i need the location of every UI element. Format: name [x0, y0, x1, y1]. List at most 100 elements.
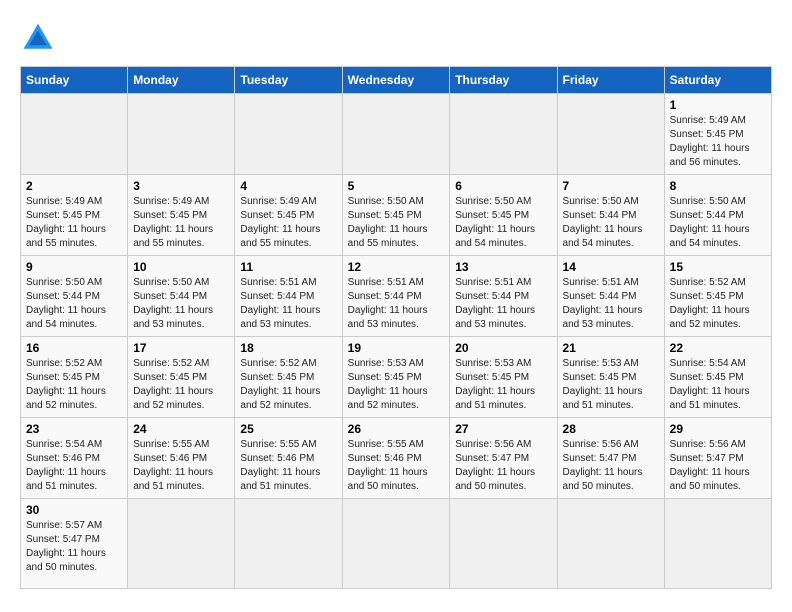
calendar-cell [21, 94, 128, 175]
day-number: 4 [240, 179, 336, 193]
day-number: 22 [670, 341, 766, 355]
day-number: 15 [670, 260, 766, 274]
day-number: 1 [670, 98, 766, 112]
weekday-header-thursday: Thursday [450, 67, 557, 94]
calendar-cell [450, 499, 557, 589]
calendar-cell: 3 Sunrise: 5:49 AM Sunset: 5:45 PM Daylig… [128, 175, 235, 256]
day-number: 2 [26, 179, 122, 193]
calendar-cell [450, 94, 557, 175]
calendar-cell: 24Sunrise: 5:55 AM Sunset: 5:46 PM Dayli… [128, 418, 235, 499]
day-info: Sunrise: 5:52 AM Sunset: 5:45 PM Dayligh… [133, 357, 229, 413]
day-info: Sunrise: 5:49 AM Sunset: 5:45 PM Dayligh… [240, 195, 336, 251]
page-header [20, 20, 772, 56]
calendar-cell [342, 499, 450, 589]
day-number: 17 [133, 341, 229, 355]
day-info: Sunrise: 5:53 AM Sunset: 5:45 PM Dayligh… [348, 357, 445, 413]
calendar-cell: 17 Sunrise: 5:52 AM Sunset: 5:45 PM Dayli… [128, 337, 235, 418]
calendar-cell: 8Sunrise: 5:50 AM Sunset: 5:44 PM Daylig… [664, 175, 771, 256]
day-info: Sunrise: 5:56 AM Sunset: 5:47 PM Dayligh… [563, 438, 659, 494]
weekday-header-tuesday: Tuesday [235, 67, 342, 94]
calendar-cell [235, 499, 342, 589]
calendar-cell: 25Sunrise: 5:55 AM Sunset: 5:46 PM Dayli… [235, 418, 342, 499]
calendar-cell: 5 Sunrise: 5:50 AM Sunset: 5:45 PM Daylig… [342, 175, 450, 256]
calendar-cell: 14 Sunrise: 5:51 AM Sunset: 5:44 PM Dayli… [557, 256, 664, 337]
day-number: 27 [455, 422, 551, 436]
day-info: Sunrise: 5:51 AM Sunset: 5:44 PM Dayligh… [455, 276, 551, 332]
day-info: Sunrise: 5:53 AM Sunset: 5:45 PM Dayligh… [563, 357, 659, 413]
calendar-cell: 23 Sunrise: 5:54 AM Sunset: 5:46 PM Dayli… [21, 418, 128, 499]
day-info: Sunrise: 5:52 AM Sunset: 5:45 PM Dayligh… [670, 276, 766, 332]
day-info: Sunrise: 5:50 AM Sunset: 5:45 PM Dayligh… [348, 195, 445, 251]
day-number: 20 [455, 341, 551, 355]
day-number: 11 [240, 260, 336, 274]
calendar-cell [557, 499, 664, 589]
day-info: Sunrise: 5:56 AM Sunset: 5:47 PM Dayligh… [670, 438, 766, 494]
calendar-cell: 19 Sunrise: 5:53 AM Sunset: 5:45 PM Dayli… [342, 337, 450, 418]
day-info: Sunrise: 5:49 AM Sunset: 5:45 PM Dayligh… [133, 195, 229, 251]
day-info: Sunrise: 5:56 AM Sunset: 5:47 PM Dayligh… [455, 438, 551, 494]
weekday-header-saturday: Saturday [664, 67, 771, 94]
calendar-cell [128, 499, 235, 589]
day-info: Sunrise: 5:53 AM Sunset: 5:45 PM Dayligh… [455, 357, 551, 413]
calendar-week-row: 9Sunrise: 5:50 AM Sunset: 5:44 PM Daylig… [21, 256, 772, 337]
weekday-header-wednesday: Wednesday [342, 67, 450, 94]
calendar-cell: 6 Sunrise: 5:50 AM Sunset: 5:45 PM Daylig… [450, 175, 557, 256]
day-info: Sunrise: 5:51 AM Sunset: 5:44 PM Dayligh… [348, 276, 445, 332]
calendar-week-row: 23 Sunrise: 5:54 AM Sunset: 5:46 PM Dayli… [21, 418, 772, 499]
day-info: Sunrise: 5:52 AM Sunset: 5:45 PM Dayligh… [240, 357, 336, 413]
day-info: Sunrise: 5:49 AM Sunset: 5:45 PM Dayligh… [26, 195, 122, 251]
calendar-cell: 28 Sunrise: 5:56 AM Sunset: 5:47 PM Dayli… [557, 418, 664, 499]
day-number: 5 [348, 179, 445, 193]
day-info: Sunrise: 5:50 AM Sunset: 5:44 PM Dayligh… [563, 195, 659, 251]
day-number: 26 [348, 422, 445, 436]
calendar-cell: 29Sunrise: 5:56 AM Sunset: 5:47 PM Dayli… [664, 418, 771, 499]
calendar-cell: 15 Sunrise: 5:52 AM Sunset: 5:45 PM Dayli… [664, 256, 771, 337]
calendar-week-row: 2 Sunrise: 5:49 AM Sunset: 5:45 PM Daylig… [21, 175, 772, 256]
day-info: Sunrise: 5:50 AM Sunset: 5:44 PM Dayligh… [26, 276, 122, 332]
calendar-cell [128, 94, 235, 175]
day-number: 30 [26, 503, 122, 517]
calendar-week-row: 1 Sunrise: 5:49 AM Sunset: 5:45 PM Daylig… [21, 94, 772, 175]
day-number: 21 [563, 341, 659, 355]
day-number: 24 [133, 422, 229, 436]
day-info: Sunrise: 5:50 AM Sunset: 5:44 PM Dayligh… [670, 195, 766, 251]
day-number: 19 [348, 341, 445, 355]
day-info: Sunrise: 5:55 AM Sunset: 5:46 PM Dayligh… [240, 438, 336, 494]
day-number: 18 [240, 341, 336, 355]
calendar-cell: 4 Sunrise: 5:49 AM Sunset: 5:45 PM Daylig… [235, 175, 342, 256]
day-number: 6 [455, 179, 551, 193]
day-number: 3 [133, 179, 229, 193]
calendar-cell: 9Sunrise: 5:50 AM Sunset: 5:44 PM Daylig… [21, 256, 128, 337]
weekday-header-row: SundayMondayTuesdayWednesdayThursdayFrid… [21, 67, 772, 94]
calendar-cell [664, 499, 771, 589]
calendar-cell: 18 Sunrise: 5:52 AM Sunset: 5:45 PM Dayli… [235, 337, 342, 418]
calendar-cell: 27 Sunrise: 5:56 AM Sunset: 5:47 PM Dayli… [450, 418, 557, 499]
calendar-cell: 11Sunrise: 5:51 AM Sunset: 5:44 PM Dayli… [235, 256, 342, 337]
calendar-cell: 1 Sunrise: 5:49 AM Sunset: 5:45 PM Daylig… [664, 94, 771, 175]
day-number: 14 [563, 260, 659, 274]
calendar-week-row: 16Sunrise: 5:52 AM Sunset: 5:45 PM Dayli… [21, 337, 772, 418]
day-info: Sunrise: 5:52 AM Sunset: 5:45 PM Dayligh… [26, 357, 122, 413]
calendar-cell: 30Sunrise: 5:57 AM Sunset: 5:47 PM Dayli… [21, 499, 128, 589]
calendar-cell: 2 Sunrise: 5:49 AM Sunset: 5:45 PM Daylig… [21, 175, 128, 256]
day-info: Sunrise: 5:51 AM Sunset: 5:44 PM Dayligh… [563, 276, 659, 332]
day-number: 10 [133, 260, 229, 274]
calendar-week-row: 30Sunrise: 5:57 AM Sunset: 5:47 PM Dayli… [21, 499, 772, 589]
weekday-header-monday: Monday [128, 67, 235, 94]
calendar-table: SundayMondayTuesdayWednesdayThursdayFrid… [20, 66, 772, 589]
calendar-cell: 21 Sunrise: 5:53 AM Sunset: 5:45 PM Dayli… [557, 337, 664, 418]
day-number: 28 [563, 422, 659, 436]
day-info: Sunrise: 5:49 AM Sunset: 5:45 PM Dayligh… [670, 114, 766, 170]
day-number: 23 [26, 422, 122, 436]
calendar-cell: 20 Sunrise: 5:53 AM Sunset: 5:45 PM Dayli… [450, 337, 557, 418]
day-info: Sunrise: 5:50 AM Sunset: 5:44 PM Dayligh… [133, 276, 229, 332]
day-number: 13 [455, 260, 551, 274]
day-info: Sunrise: 5:50 AM Sunset: 5:45 PM Dayligh… [455, 195, 551, 251]
calendar-cell: 22Sunrise: 5:54 AM Sunset: 5:45 PM Dayli… [664, 337, 771, 418]
day-info: Sunrise: 5:54 AM Sunset: 5:46 PM Dayligh… [26, 438, 122, 494]
calendar-cell [235, 94, 342, 175]
day-info: Sunrise: 5:55 AM Sunset: 5:46 PM Dayligh… [348, 438, 445, 494]
day-number: 12 [348, 260, 445, 274]
calendar-cell: 12 Sunrise: 5:51 AM Sunset: 5:44 PM Dayli… [342, 256, 450, 337]
weekday-header-sunday: Sunday [21, 67, 128, 94]
